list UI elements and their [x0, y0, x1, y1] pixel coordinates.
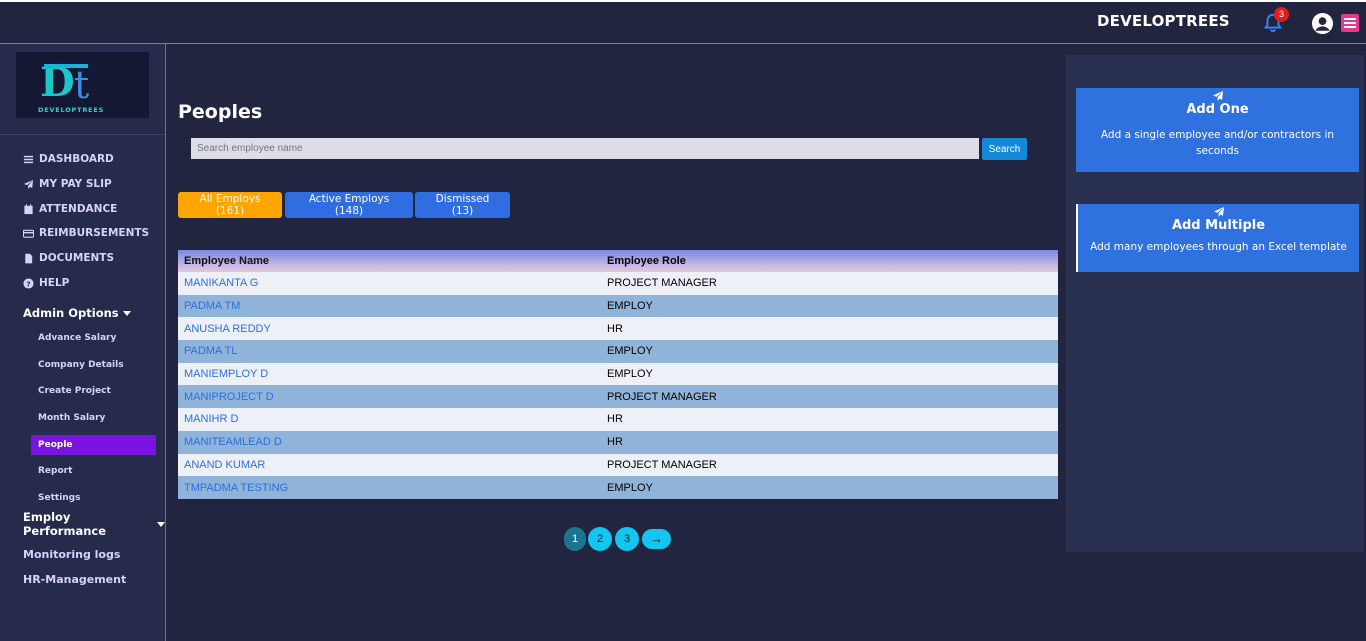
search-input[interactable]	[191, 138, 979, 159]
add-one-title: Add One	[1186, 102, 1249, 117]
search-button[interactable]: Search	[982, 138, 1027, 160]
sidebar-item-report[interactable]: Report	[31, 461, 156, 481]
nav-label: DOCUMENTS	[39, 252, 115, 264]
employ-performance-toggle[interactable]: Employ Performance	[23, 510, 165, 538]
paper-plane-icon	[1212, 91, 1223, 101]
svg-text:DEVELOPTREES: DEVELOPTREES	[38, 106, 104, 114]
table-row: PADMA TL EMPLOY	[178, 340, 1058, 363]
employee-role: PROJECT MANAGER	[607, 458, 717, 471]
filter-dismissed[interactable]: Dismissed (13)	[415, 192, 510, 218]
table-row: ANUSHA REDDY HR	[178, 317, 1058, 341]
page-3-button[interactable]: 3	[615, 527, 639, 551]
table-row: MANIEMPLOY D EMPLOY	[178, 362, 1058, 386]
table-header: Employee Name Employee Role	[178, 250, 1058, 272]
employee-name-link[interactable]: MANIKANTA G	[178, 277, 607, 289]
sidebar-item-monitoring-logs[interactable]: Monitoring logs	[23, 548, 120, 561]
sidebar-item-create-project[interactable]: Create Project	[31, 381, 156, 401]
employee-role: EMPLOY	[607, 300, 653, 313]
employ-performance-label: Employ Performance	[23, 510, 107, 538]
add-multiple-title: Add Multiple	[1171, 218, 1266, 233]
svg-text:t: t	[74, 63, 89, 107]
sidebar-item-advance-salary[interactable]: Advance Salary	[31, 328, 156, 348]
nav-documents[interactable]: DOCUMENTS	[23, 252, 114, 264]
table-row: ANAND KUMAR PROJECT MANAGER	[178, 453, 1058, 477]
admin-options-toggle[interactable]: Admin Options	[23, 306, 131, 320]
table-row: MANIHR D HR	[178, 408, 1058, 431]
nav-label: MY PAY SLIP	[39, 178, 112, 190]
column-header-name: Employee Name	[184, 255, 269, 267]
calendar-icon	[24, 203, 33, 214]
nav-my-pay-slip[interactable]: MY PAY SLIP	[23, 178, 112, 190]
svg-text:?: ?	[26, 279, 30, 288]
employee-role: HR	[607, 413, 623, 426]
employee-role: HR	[607, 322, 623, 335]
credit-card-icon	[23, 229, 34, 238]
admin-options-label: Admin Options	[23, 306, 119, 320]
employee-name-link[interactable]: TMPADMA TESTING	[178, 482, 607, 494]
add-multiple-description: Add many employees through an Excel temp…	[1090, 241, 1347, 253]
table-row: TMPADMA TESTING EMPLOY	[178, 476, 1058, 499]
top-bar: DEVELOPTREES 3	[0, 0, 1366, 44]
caret-down-icon	[157, 521, 165, 527]
list-icon	[23, 155, 34, 163]
sidebar: D t DEVELOPTREES DASHBOARD MY PAY SLIP A…	[0, 44, 166, 641]
company-logo: D t DEVELOPTREES	[16, 52, 149, 118]
employee-role: EMPLOY	[607, 368, 653, 381]
sidebar-item-month-salary[interactable]: Month Salary	[31, 408, 156, 428]
sidebar-item-company-details[interactable]: Company Details	[31, 355, 156, 375]
filter-active-employs[interactable]: Active Employs (148)	[285, 192, 413, 218]
notification-badge: 3	[1274, 7, 1289, 22]
sidebar-divider	[0, 134, 165, 135]
employee-role: EMPLOY	[607, 481, 653, 494]
sidebar-item-hr-management[interactable]: HR-Management	[23, 573, 126, 586]
employee-role: PROJECT MANAGER	[607, 390, 717, 403]
add-multiple-card[interactable]: Add Multiple Add many employees through …	[1076, 204, 1359, 272]
employee-name-link[interactable]: MANIPROJECT D	[178, 391, 607, 403]
employee-name-link[interactable]: ANAND KUMAR	[178, 459, 607, 471]
user-avatar-icon[interactable]	[1311, 12, 1334, 35]
caret-down-icon	[122, 310, 131, 316]
document-icon	[25, 253, 33, 263]
sidebar-item-people[interactable]: People	[31, 435, 156, 455]
page-title: Peoples	[178, 101, 263, 123]
nav-label: ATTENDANCE	[39, 203, 118, 215]
column-header-role: Employee Role	[607, 255, 686, 267]
employee-role: EMPLOY	[607, 345, 653, 358]
next-page-button[interactable]: →	[642, 529, 671, 549]
nav-help[interactable]: ? HELP	[23, 277, 69, 289]
nav-dashboard[interactable]: DASHBOARD	[23, 153, 114, 165]
employee-name-link[interactable]: ANUSHA REDDY	[178, 323, 607, 335]
hamburger-menu-icon[interactable]	[1341, 14, 1359, 32]
employee-name-link[interactable]: PADMA TM	[178, 300, 607, 312]
filter-all-employs[interactable]: All Employs (161)	[178, 192, 282, 218]
page-2-button[interactable]: 2	[588, 527, 612, 551]
nav-label: REIMBURSEMENTS	[39, 227, 150, 239]
add-one-description: Add a single employee and/or contractors…	[1100, 129, 1335, 157]
employee-name-link[interactable]: PADMA TL	[178, 345, 607, 357]
employee-role: HR	[607, 436, 623, 449]
table-row: MANITEAMLEAD D HR	[178, 430, 1058, 454]
employee-name-link[interactable]: MANIEMPLOY D	[178, 368, 607, 380]
page-1-button[interactable]: 1	[564, 527, 586, 551]
sidebar-item-settings[interactable]: Settings	[31, 488, 156, 508]
question-icon: ?	[23, 277, 34, 289]
employee-role: PROJECT MANAGER	[607, 277, 717, 290]
employee-name-link[interactable]: MANITEAMLEAD D	[178, 436, 607, 448]
add-one-card[interactable]: Add One Add a single employee and/or con…	[1076, 88, 1359, 172]
nav-reimbursements[interactable]: REIMBURSEMENTS	[23, 227, 149, 239]
nav-label: HELP	[39, 277, 70, 289]
nav-label: DASHBOARD	[39, 153, 114, 165]
table-row: PADMA TM EMPLOY	[178, 294, 1058, 318]
paper-plane-icon	[1213, 207, 1224, 217]
nav-attendance[interactable]: ATTENDANCE	[23, 203, 117, 215]
brand-name: DEVELOPTREES	[1097, 12, 1230, 30]
table-row: MANIKANTA G PROJECT MANAGER	[178, 272, 1058, 295]
employee-table: Employee Name Employee Role MANIKANTA G …	[178, 250, 1058, 499]
table-row: MANIPROJECT D PROJECT MANAGER	[178, 385, 1058, 409]
employee-name-link[interactable]: MANIHR D	[178, 413, 607, 425]
paper-plane-icon	[23, 179, 34, 189]
